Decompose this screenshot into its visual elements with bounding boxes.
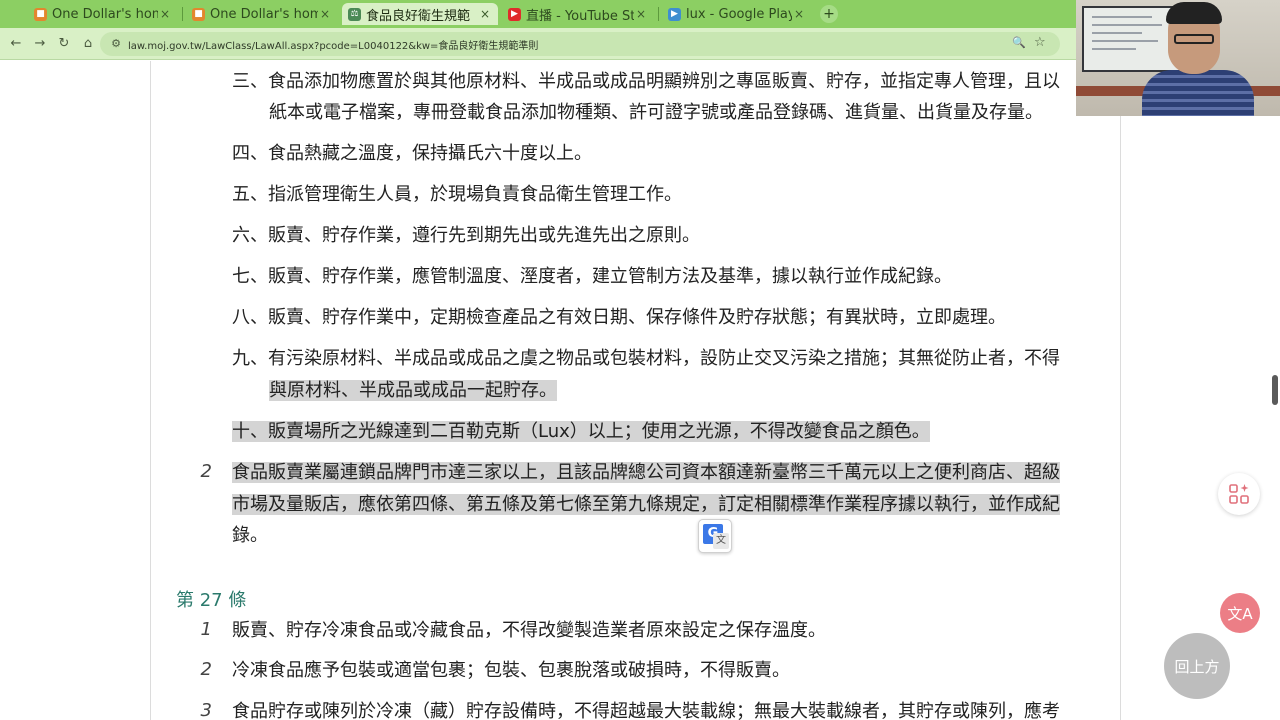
law-page: 三、食品添加物應置於與其他原材料、半成品或成品明顯辨別之專區販賣、貯存，並指定專… — [0, 61, 1280, 720]
tab-title: 直播 - YouTube St — [526, 8, 634, 24]
home-icon[interactable]: ⌂ — [80, 36, 96, 52]
paragraph-2-line-2: 市場及量販店，應依第四條、第五條及第七條至第九條規定，訂定相關標準作業程序據以執… — [232, 493, 1060, 517]
item-label: 八、 — [232, 307, 268, 328]
item-label: 四、 — [232, 143, 268, 164]
paragraph-text: 食品販賣業屬連鎖品牌門市達三家以上，且該品牌總公司資本額達新臺幣三千萬元以上之便… — [232, 462, 1060, 483]
law-item-9-cont: 與原材料、半成品或成品一起貯存。 — [269, 379, 557, 403]
presenter-hair — [1166, 2, 1222, 24]
item-label: 六、 — [232, 225, 268, 246]
tab-title: One Dollar's hom — [210, 6, 318, 22]
paragraph-text: 錄。 — [232, 525, 268, 546]
translate-wen-glyph: 文 — [713, 533, 729, 549]
law-item-7: 七、販賣、貯存作業，應管制溫度、溼度者，建立管制方法及基準，據以執行並作成紀錄。 — [232, 265, 952, 289]
tab-google-play[interactable]: ▶ lux - Google Play × — [662, 3, 812, 25]
content-border-right — [1120, 61, 1121, 720]
item-text: 販賣、貯存作業，應管制溫度、溼度者，建立管制方法及基準，據以執行並作成紀錄。 — [268, 266, 952, 287]
site-info-icon[interactable]: ⚙ — [108, 36, 124, 52]
apps-grid-button[interactable] — [1218, 473, 1260, 515]
tab-food-hygiene[interactable]: ⚖ 食品良好衛生規範 × — [342, 3, 498, 25]
law-site-icon: ⚖ — [348, 7, 361, 21]
item-text-line-1: 有污染原材料、半成品或成品之虞之物品或包裝材料，設防止交叉污染之措施；其無從防止… — [268, 348, 1060, 369]
paragraph-2-line-1: 食品販賣業屬連鎖品牌門市達三家以上，且該品牌總公司資本額達新臺幣三千萬元以上之便… — [232, 461, 1060, 485]
paragraph-number: 2 — [200, 659, 212, 680]
scrollbar-thumb[interactable] — [1272, 375, 1278, 405]
reload-icon[interactable]: ↻ — [56, 36, 72, 52]
item-label: 七、 — [232, 266, 268, 287]
translate-icon: 文A — [1227, 604, 1253, 623]
new-tab-button[interactable]: + — [820, 5, 838, 23]
tab-divider — [182, 7, 183, 21]
item-text: 食品熱藏之溫度，保持攝氏六十度以上。 — [268, 143, 592, 164]
close-icon[interactable]: × — [634, 7, 648, 21]
tab-youtube[interactable]: ▶ 直播 - YouTube St × — [502, 3, 654, 25]
tab-one-dollar-1[interactable]: ■ One Dollar's hom × — [28, 3, 178, 25]
article-27-heading[interactable]: 第 27 條 — [176, 586, 246, 612]
apps-grid-icon — [1229, 484, 1249, 504]
law-item-4: 四、食品熱藏之溫度，保持攝氏六十度以上。 — [232, 142, 592, 166]
google-translate-icon[interactable]: G 文 — [698, 519, 732, 553]
item-text-line-2: 紙本或電子檔案，專冊登載食品添加物種類、許可證字號或產品登錄碼、進貨量、出貨量及… — [269, 102, 1043, 123]
item-text-line-1: 食品添加物應置於與其他原材料、半成品或成品明顯辨別之專區販賣、貯存，並指定專人管… — [268, 71, 1060, 92]
translate-button[interactable]: 文A — [1220, 593, 1260, 633]
tab-divider — [658, 7, 659, 21]
law-item-8: 八、販賣、貯存作業中，定期檢查產品之有效日期、保存條件及貯存狀態；有異狀時，立即… — [232, 306, 1006, 330]
orange-bookmark-icon: ■ — [192, 7, 205, 21]
law-item-3: 三、食品添加物應置於與其他原材料、半成品或成品明顯辨別之專區販賣、貯存，並指定專… — [232, 70, 1060, 94]
article-27-paragraph-2: 冷凍食品應予包裝或適當包裹；包裝、包裹脫落或破損時，不得販賣。 — [232, 660, 790, 681]
law-item-10: 十、販賣場所之光線達到二百勒克斯（Lux）以上；使用之光源，不得改變食品之顏色。 — [232, 420, 930, 444]
tab-one-dollar-2[interactable]: ■ One Dollar's hom × — [186, 3, 338, 25]
law-item-9: 九、有污染原材料、半成品或成品之虞之物品或包裝材料，設防止交叉污染之措施；其無從… — [232, 347, 1060, 371]
law-item-3-cont: 紙本或電子檔案，專冊登載食品添加物種類、許可證字號或產品登錄碼、進貨量、出貨量及… — [269, 101, 1043, 125]
presenter-glasses — [1174, 34, 1214, 44]
back-to-top-button[interactable]: 回上方 — [1164, 633, 1230, 699]
bookmark-star-icon[interactable]: ☆ — [1034, 35, 1046, 50]
item-label: 九、 — [232, 348, 268, 369]
content-border-left — [150, 61, 151, 720]
item-text: 販賣、貯存作業，遵行先到期先出或先進先出之原則。 — [268, 225, 700, 246]
close-icon[interactable]: × — [318, 7, 332, 21]
paragraph-number: 2 — [200, 461, 212, 482]
presenter-shirt — [1142, 70, 1254, 116]
tab-title: One Dollar's hom — [52, 6, 158, 22]
item-label: 十、 — [232, 421, 268, 442]
item-text: 指派管理衛生人員，於現場負責食品衛生管理工作。 — [268, 184, 682, 205]
item-label: 五、 — [232, 184, 268, 205]
paragraph-number: 3 — [200, 700, 212, 720]
forward-icon[interactable]: → — [32, 36, 48, 52]
item-text: 販賣場所之光線達到二百勒克斯（Lux）以上；使用之光源，不得改變食品之顏色。 — [268, 421, 930, 442]
item-label: 三、 — [232, 71, 268, 92]
back-to-top-label: 回上方 — [1174, 657, 1220, 676]
paragraph-text: 市場及量販店，應依第四條、第五條及第七條至第九條規定，訂定相關標準作業程序據以執… — [232, 494, 1060, 515]
article-27-paragraph-1: 販賣、貯存冷凍食品或冷藏食品，不得改變製造業者原來設定之保存溫度。 — [232, 620, 826, 641]
tab-title: lux - Google Play — [686, 6, 792, 22]
url-text[interactable]: law.moj.gov.tw/LawClass/LawAll.aspx?pcod… — [128, 37, 538, 52]
youtube-icon: ▶ — [508, 7, 521, 21]
close-icon[interactable]: × — [478, 7, 492, 21]
item-text: 販賣、貯存作業中，定期檢查產品之有效日期、保存條件及貯存狀態；有異狀時，立即處理… — [268, 307, 1006, 328]
paragraph-2-line-3: 錄。 — [232, 524, 268, 548]
close-icon[interactable]: × — [792, 7, 806, 21]
article-27-paragraph-3: 食品貯存或陳列於冷凍（藏）貯存設備時，不得超越最大裝載線；無最大裝載線者，其貯存… — [232, 701, 1060, 720]
back-icon[interactable]: ← — [8, 36, 24, 52]
address-bar[interactable]: ⚙ law.moj.gov.tw/LawClass/LawAll.aspx?pc… — [100, 32, 1060, 56]
orange-bookmark-icon: ■ — [34, 7, 47, 21]
item-text-line-2: 與原材料、半成品或成品一起貯存。 — [269, 380, 557, 401]
google-play-icon: ▶ — [668, 7, 681, 21]
webcam-overlay — [1076, 0, 1280, 116]
zoom-icon[interactable]: 🔍 — [1012, 36, 1026, 49]
close-icon[interactable]: × — [158, 7, 172, 21]
law-item-6: 六、販賣、貯存作業，遵行先到期先出或先進先出之原則。 — [232, 224, 700, 248]
tab-title: 食品良好衛生規範 — [366, 8, 471, 24]
law-item-5: 五、指派管理衛生人員，於現場負責食品衛生管理工作。 — [232, 183, 682, 207]
paragraph-number: 1 — [200, 619, 212, 640]
